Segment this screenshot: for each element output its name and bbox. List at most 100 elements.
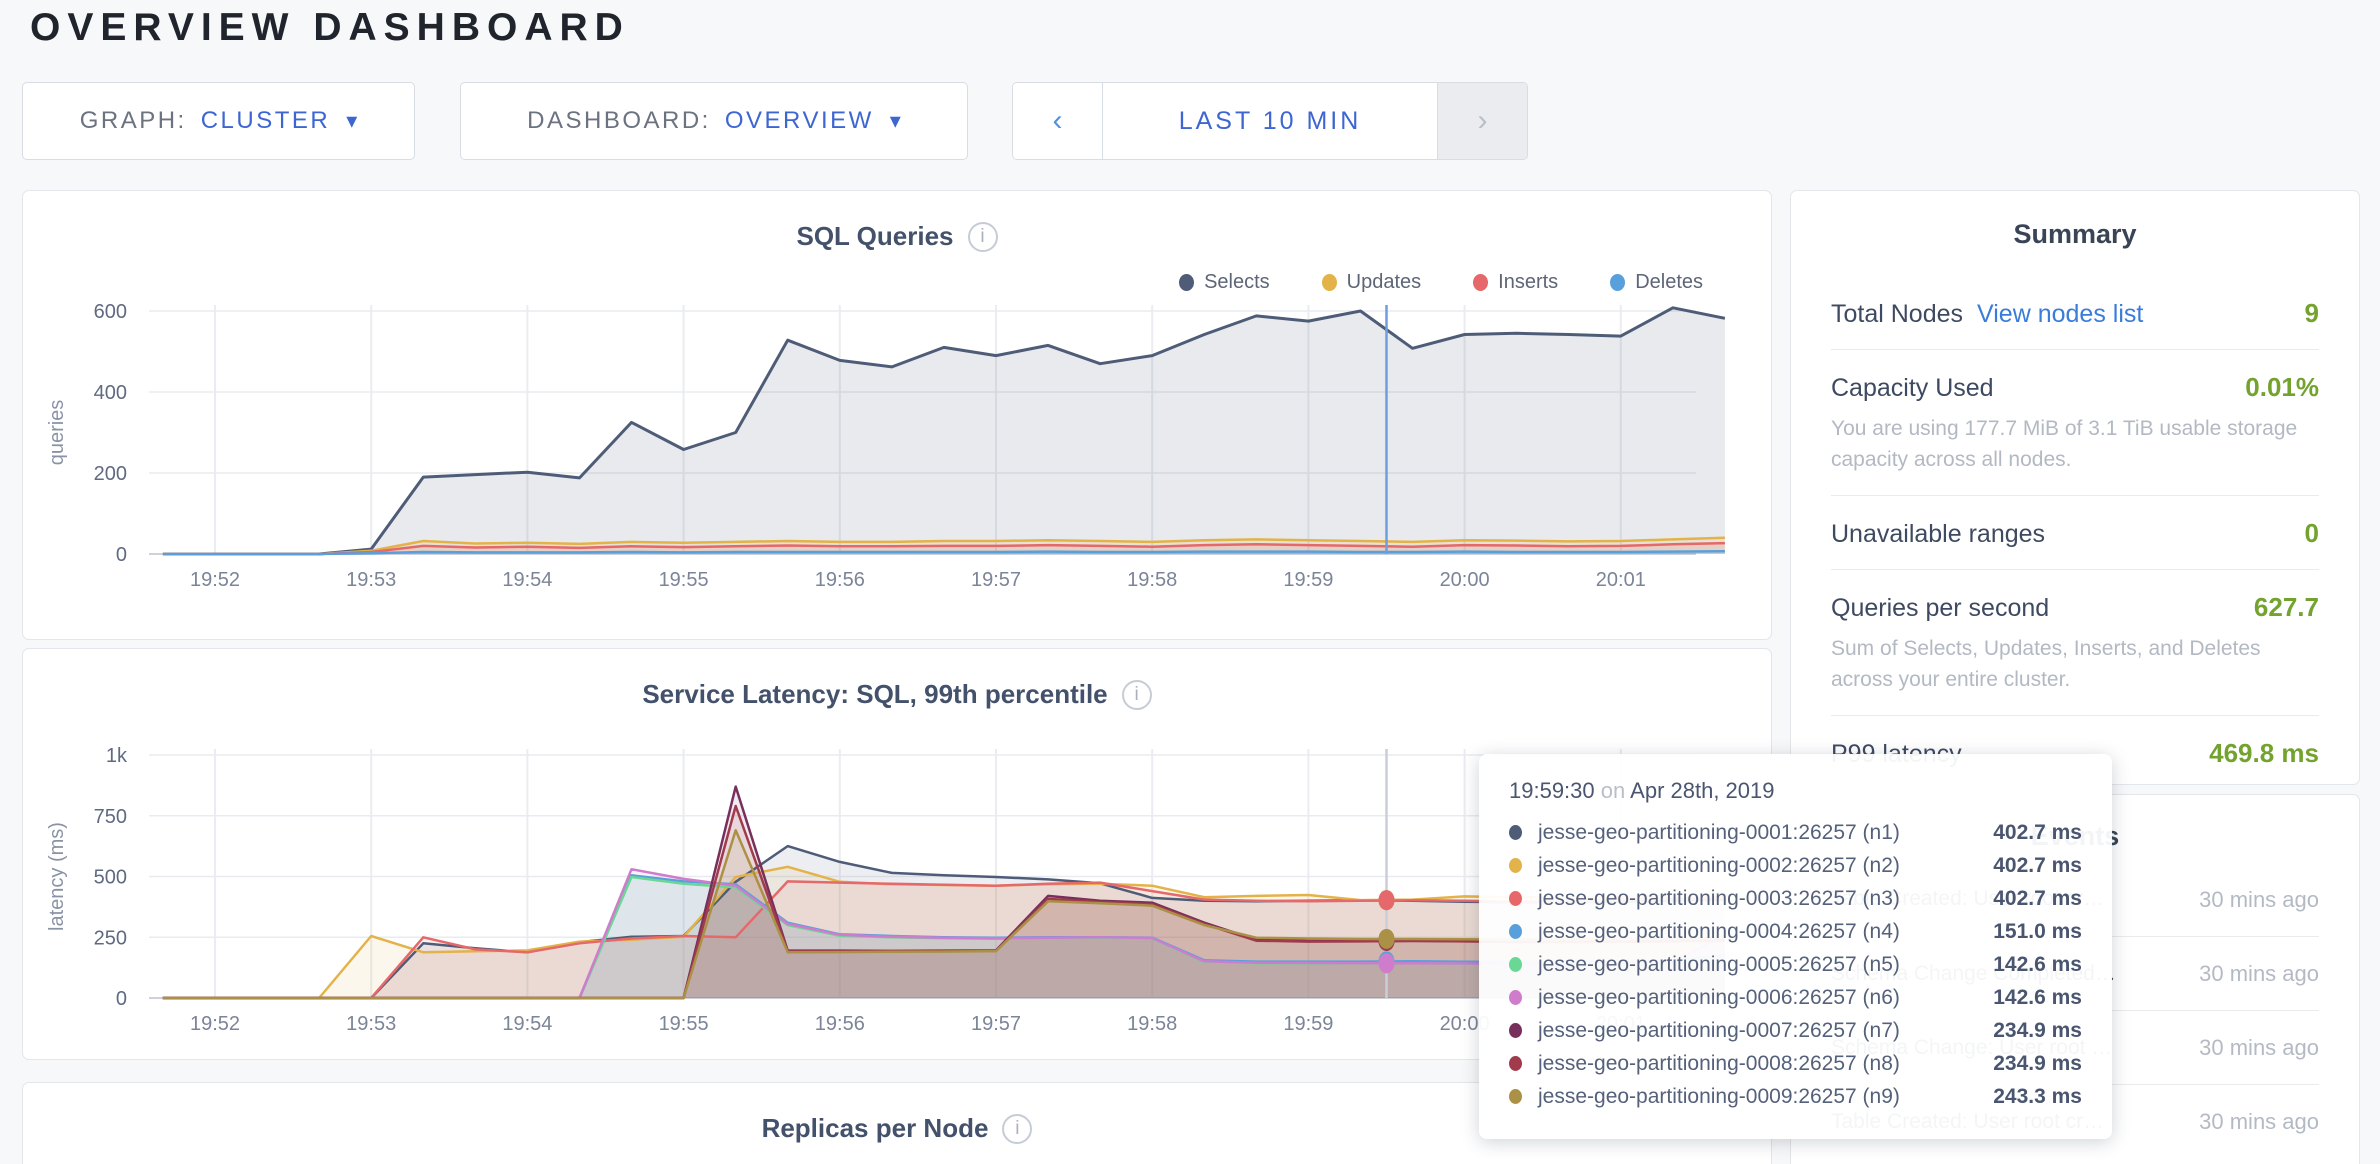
summary-capacity-row: Capacity Used 0.01% You are using 177.7 … [1831,349,2319,495]
node-latency-value: 402.7 ms [1993,821,2082,845]
svg-text:19:59: 19:59 [1283,1013,1333,1035]
node-address: jesse-geo-partitioning-0001:26257 (n1) [1538,821,1900,845]
qps-description: Sum of Selects, Updates, Inserts, and De… [1831,633,2319,695]
qps-label: Queries per second [1831,594,2049,623]
svg-text:19:58: 19:58 [1127,569,1177,591]
node-address: jesse-geo-partitioning-0007:26257 (n7) [1538,1019,1900,1043]
svg-text:19:58: 19:58 [1127,1013,1177,1035]
tooltip-node-row: jesse-geo-partitioning-0004:26257 (n4) 15… [1509,915,2082,948]
time-range-label[interactable]: LAST 10 MIN [1103,83,1437,159]
summary-panel: Summary Total Nodes View nodes list 9 Ca… [1790,190,2360,785]
tooltip-node-row: jesse-geo-partitioning-0001:26257 (n1) 40… [1509,816,2082,849]
sql-queries-panel: SQL Queries i Selects Updates Inserts De… [22,190,1772,640]
sql-queries-chart[interactable]: 19:52 19:53 19:54 19:55 19:56 19:57 19:58 19:59… [23,221,1771,639]
chevron-down-icon: ▾ [346,108,357,134]
tooltip-node-row: jesse-geo-partitioning-0008:26257 (n8)23… [1509,1047,2082,1080]
time-prev-button[interactable]: ‹ [1013,83,1103,159]
summary-unavailable-row: Unavailable ranges 0 [1831,495,2319,569]
svg-text:19:56: 19:56 [815,1013,865,1035]
node-latency-value: 402.7 ms [1993,854,2082,878]
node-latency-value: 402.7 ms [1993,887,2082,911]
svg-text:200: 200 [94,463,127,485]
tooltip-node-row: jesse-geo-partitioning-0007:26257 (n7) 23… [1509,1014,2082,1047]
node-color-dot-icon [1509,891,1522,906]
node-address: jesse-geo-partitioning-0003:26257 (n3) [1538,887,1900,911]
time-range-selector: ‹ LAST 10 MIN › [1012,82,1528,160]
svg-text:19:57: 19:57 [971,569,1021,591]
chevron-down-icon: ▾ [890,108,901,134]
svg-text:20:01: 20:01 [1596,569,1646,591]
node-latency-value: 142.6 ms [1993,986,2082,1010]
node-color-dot-icon [1509,957,1522,972]
total-nodes-label: Total Nodes [1831,300,1963,329]
node-address: jesse-geo-partitioning-0009:26257 (n9) [1538,1085,1900,1109]
capacity-used-description: You are using 177.7 MiB of 3.1 TiB usabl… [1831,413,2319,475]
summary-title: Summary [1831,191,2319,276]
node-color-dot-icon [1509,825,1522,840]
node-address: jesse-geo-partitioning-0002:26257 (n2) [1538,854,1900,878]
svg-text:19:53: 19:53 [346,1013,396,1035]
total-nodes-value: 9 [2305,298,2319,329]
page-title: OVERVIEW DASHBOARD [30,6,630,50]
p99-latency-value: 469.8 ms [2209,738,2319,769]
qps-value: 627.7 [2254,592,2319,623]
node-latency-value: 142.6 ms [1993,953,2082,977]
event-timestamp: 30 mins ago [2189,1106,2319,1137]
tooltip-node-row: jesse-geo-partitioning-0006:26257 (n6) 14… [1509,981,2082,1014]
node-color-dot-icon [1509,858,1522,873]
svg-text:19:57: 19:57 [971,1013,1021,1035]
svg-text:19:55: 19:55 [659,1013,709,1035]
svg-text:500: 500 [94,867,127,889]
node-latency-value: 151.0 ms [1993,920,2082,944]
node-address: jesse-geo-partitioning-0006:26257 (n6) [1538,986,1900,1010]
svg-text:19:52: 19:52 [190,1013,240,1035]
svg-text:latency (ms): latency (ms) [46,822,68,931]
svg-text:19:52: 19:52 [190,569,240,591]
view-nodes-list-link[interactable]: View nodes list [1977,300,2143,329]
info-icon[interactable]: i [1002,1114,1032,1144]
dashboard-dropdown[interactable]: DASHBOARD: OVERVIEW ▾ [460,82,968,160]
svg-text:queries: queries [46,400,68,466]
svg-text:600: 600 [94,301,127,323]
svg-text:250: 250 [94,927,127,949]
tooltip-node-row: jesse-geo-partitioning-0002:26257 (n2) 40… [1509,849,2082,882]
svg-text:19:54: 19:54 [502,1013,552,1035]
svg-text:19:55: 19:55 [659,569,709,591]
svg-text:750: 750 [94,806,127,828]
svg-text:0: 0 [116,988,127,1010]
tooltip-node-row: jesse-geo-partitioning-0009:26257 (n9) 24… [1509,1080,2082,1113]
node-latency-value: 243.3 ms [1993,1085,2082,1109]
capacity-used-label: Capacity Used [1831,374,1994,403]
tooltip-node-row: jesse-geo-partitioning-0003:26257 (n3) 40… [1509,882,2082,915]
event-timestamp: 30 mins ago [2189,1032,2319,1063]
node-color-dot-icon [1509,1023,1522,1038]
summary-qps-row: Queries per second 627.7 Sum of Selects,… [1831,569,2319,715]
replicas-per-node-title: Replicas per Node [762,1113,989,1144]
info-icon[interactable]: i [1122,680,1152,710]
graph-dropdown-label: GRAPH: [80,107,187,135]
svg-text:0: 0 [116,544,127,566]
svg-text:19:56: 19:56 [815,569,865,591]
node-color-dot-icon [1509,1089,1522,1104]
svg-text:20:00: 20:00 [1440,569,1490,591]
svg-text:19:54: 19:54 [502,569,552,591]
dashboard-dropdown-label: DASHBOARD: [527,107,711,135]
node-address: jesse-geo-partitioning-0004:26257 (n4) [1538,920,1900,944]
node-address: jesse-geo-partitioning-0005:26257 (n5) [1538,953,1900,977]
svg-text:19:53: 19:53 [346,569,396,591]
svg-text:19:59: 19:59 [1283,569,1333,591]
time-next-button[interactable]: › [1437,83,1527,159]
svg-text:400: 400 [94,382,127,404]
dashboard-dropdown-value: OVERVIEW [725,107,874,135]
node-latency-value: 234.9 ms [1993,1019,2082,1043]
chart-hover-tooltip: 19:59:30 on Apr 28th, 2019 jesse-geo-par… [1479,754,2112,1139]
service-latency-title: Service Latency: SQL, 99th percentile [642,679,1107,710]
capacity-used-value: 0.01% [2245,372,2319,403]
tooltip-node-row: jesse-geo-partitioning-0005:26257 (n5) 14… [1509,948,2082,981]
node-color-dot-icon [1509,924,1522,939]
unavailable-ranges-value: 0 [2305,518,2319,549]
node-address: jesse-geo-partitioning-0008:26257 (n8) [1538,1052,1900,1076]
graph-dropdown[interactable]: GRAPH: CLUSTER ▾ [22,82,415,160]
unavailable-ranges-label: Unavailable ranges [1831,520,2045,549]
node-color-dot-icon [1509,1056,1522,1071]
